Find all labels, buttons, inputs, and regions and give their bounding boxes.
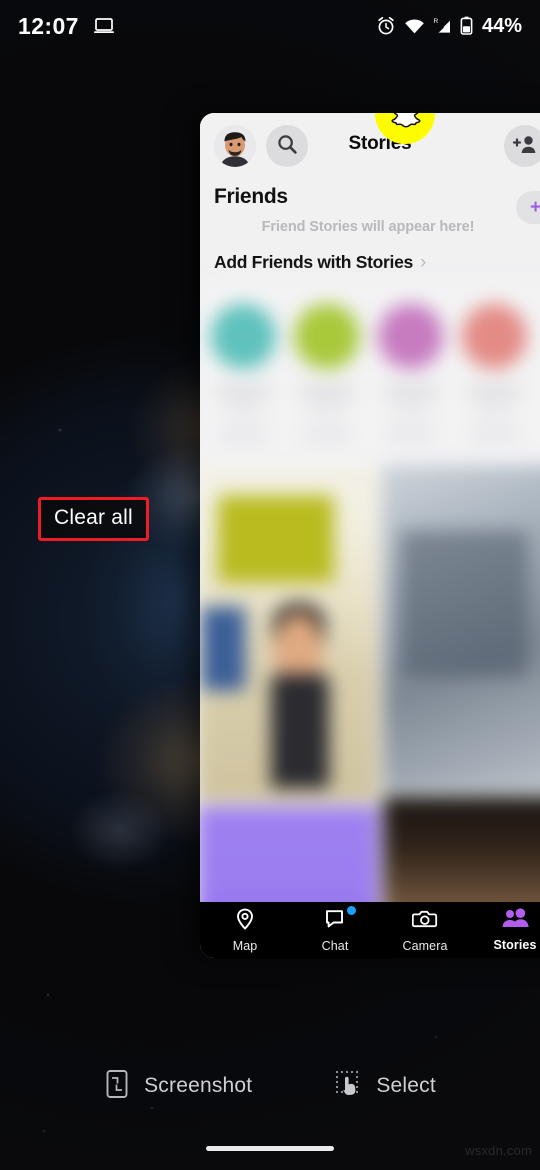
status-bar-clock: 12:07 (18, 12, 79, 39)
friends-empty-message: Friend Stories will appear here! (261, 219, 475, 235)
story-tile-grid (200, 464, 540, 958)
select-action-button[interactable]: Select (334, 1069, 436, 1104)
list-item[interactable] (294, 303, 360, 465)
app-card-content-blurred (200, 281, 540, 958)
nav-item-camera[interactable]: Camera (380, 907, 470, 953)
friend-suggestions-row (200, 281, 540, 465)
map-pin-icon (233, 907, 257, 936)
cellular-signal-icon: R (433, 17, 452, 35)
story-tile-column-right (382, 464, 540, 958)
tile-graphic (218, 495, 334, 583)
select-hand-icon (334, 1069, 362, 1104)
suggestion-sub-line (224, 405, 262, 414)
plus-icon: + (530, 197, 540, 218)
status-bar: 12:07 R 44% (0, 0, 540, 52)
chat-unread-badge (347, 906, 356, 915)
friends-title: Friends (214, 185, 288, 208)
screenshot-icon (104, 1069, 130, 1104)
watermark: wsxdn.com (465, 1143, 532, 1158)
avatar (461, 303, 527, 370)
suggestion-add-button[interactable] (302, 427, 352, 442)
home-indicator[interactable] (206, 1146, 334, 1151)
suggestion-name-line (467, 386, 521, 397)
battery-percent-label: 44% (481, 14, 522, 37)
list-item[interactable] (210, 303, 276, 465)
people-icon (501, 908, 529, 935)
screenshot-label: Screenshot (144, 1074, 253, 1097)
nav-item-map[interactable]: Map (200, 907, 290, 953)
add-friends-with-stories-title: Add Friends with Stories (214, 252, 413, 272)
nav-item-stories[interactable]: Stories (470, 908, 540, 952)
suggestion-add-button[interactable] (218, 427, 268, 442)
page-title: Stories (348, 133, 412, 154)
app-bottom-nav: Map Chat Camera Stories (200, 902, 540, 958)
wifi-icon (404, 18, 425, 35)
suggestion-name-line (300, 386, 354, 397)
suggestion-sub-line (475, 405, 513, 414)
nav-label-map: Map (232, 939, 258, 953)
story-tile[interactable] (200, 464, 378, 802)
tile-graphic (201, 606, 246, 691)
clear-all-button[interactable]: Clear all (38, 497, 149, 541)
status-bar-left: 12:07 (18, 13, 115, 40)
battery-icon (460, 16, 473, 36)
story-tile-column-left (200, 464, 378, 958)
chat-bubble-icon (323, 907, 347, 936)
suggestion-name-line (384, 386, 438, 397)
add-friends-with-stories-row[interactable]: Add Friends with Stories › (214, 252, 540, 273)
camera-icon (411, 907, 438, 936)
tile-graphic (270, 673, 329, 789)
avatar (377, 303, 444, 370)
avatar (210, 303, 276, 370)
app-card-header: Stories Friends + My Friend Stories will… (200, 113, 540, 288)
nav-item-chat[interactable]: Chat (290, 906, 380, 953)
friends-section-header: Friends (214, 185, 540, 209)
nav-label-stories: Stories (493, 938, 537, 952)
nav-label-chat: Chat (321, 939, 349, 953)
status-bar-right: R 44% (376, 15, 522, 38)
suggestion-add-button[interactable] (469, 427, 519, 442)
screenshot-action-button[interactable]: Screenshot (104, 1069, 252, 1104)
alarm-icon (376, 16, 396, 36)
suggestion-add-button[interactable] (386, 427, 436, 442)
list-item[interactable] (461, 303, 527, 465)
suggestion-name-line (216, 386, 270, 397)
chevron-right-icon: › (419, 252, 427, 273)
recents-action-bar: Screenshot Select (0, 1056, 540, 1116)
story-tile[interactable] (382, 464, 540, 792)
clear-all-label: Clear all (54, 506, 133, 529)
avatar (294, 303, 360, 370)
svg-text:R: R (433, 18, 438, 25)
laptop-icon (93, 17, 115, 35)
select-label: Select (376, 1074, 436, 1097)
list-item[interactable] (377, 303, 444, 465)
nav-label-camera: Camera (402, 939, 448, 953)
suggestion-sub-line (308, 405, 346, 414)
recent-app-card-snapchat[interactable]: Stories Friends + My Friend Stories will… (200, 113, 540, 958)
suggestion-sub-line (392, 405, 429, 414)
